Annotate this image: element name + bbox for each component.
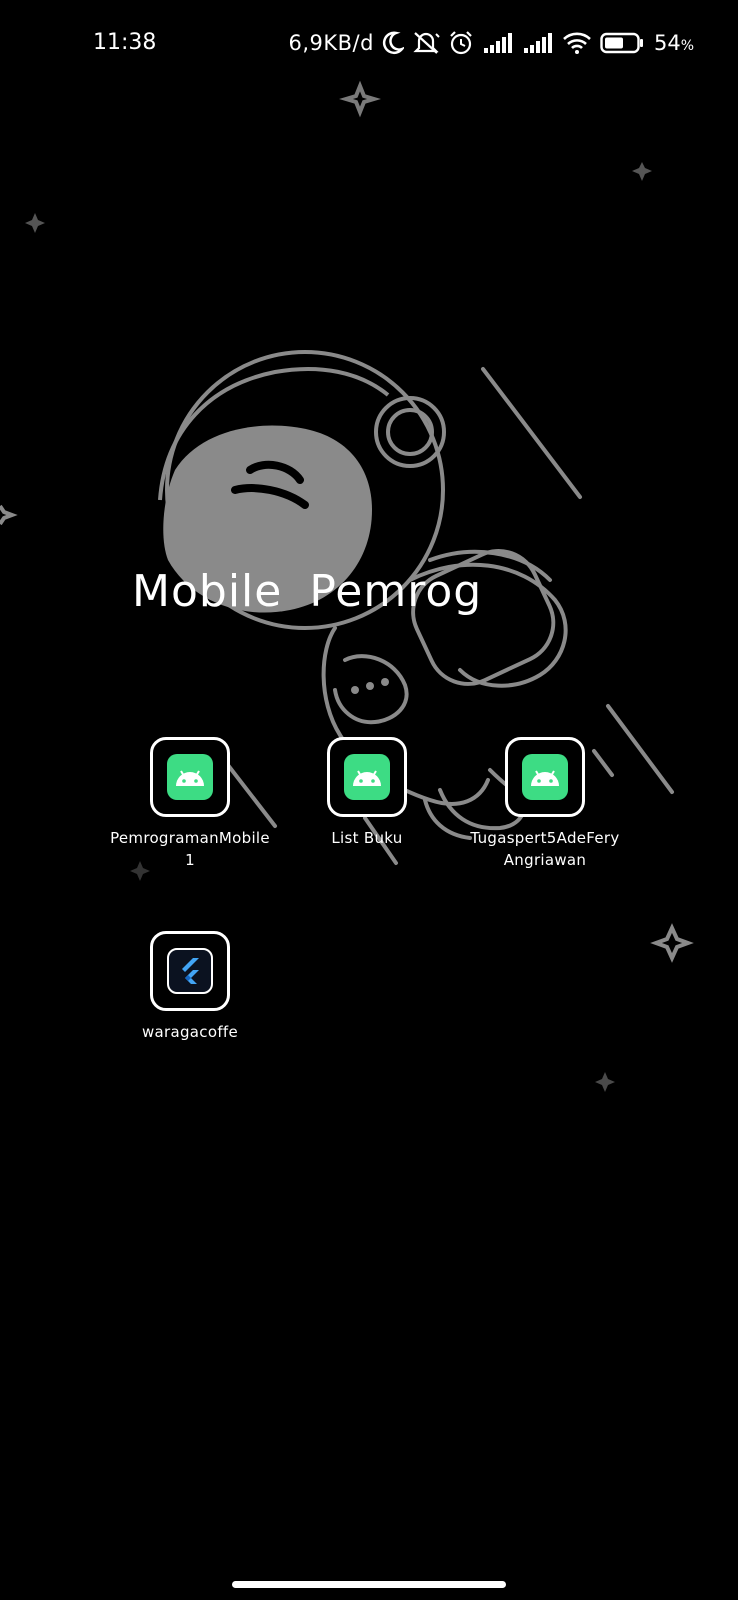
app-label: PemrogramanMobile 1: [110, 829, 270, 869]
star-icon: [0, 504, 18, 526]
app-icon-waragacoffe[interactable]: waragacoffe: [100, 931, 280, 1043]
app-tile[interactable]: [150, 931, 230, 1011]
bell-off-icon: [412, 30, 440, 56]
status-icons: 6,9KB/d 54%: [288, 27, 694, 59]
signal-icon: [522, 32, 554, 54]
app-tile[interactable]: [327, 737, 407, 817]
status-time: 11:38: [93, 30, 157, 55]
signal-icon: [482, 32, 514, 54]
android-icon: [167, 754, 213, 800]
app-label: waragacoffe: [141, 1023, 239, 1041]
android-icon: [344, 754, 390, 800]
app-label: Tugaspert5AdeFery Angriawan: [470, 829, 620, 869]
android-icon: [522, 754, 568, 800]
star-icon: [25, 213, 45, 233]
star-icon: [632, 162, 652, 181]
app-icon-list-buku[interactable]: List Buku: [277, 737, 457, 849]
app-icon-tugaspert5[interactable]: Tugaspert5AdeFery Angriawan: [455, 737, 635, 871]
wifi-icon: [562, 31, 592, 55]
status-bar: 11:38 6,9KB/d 54%: [0, 0, 738, 90]
star-icon: [650, 923, 694, 963]
battery-percent: 54%: [653, 31, 694, 55]
app-icon-pemrogramanmobile1[interactable]: PemrogramanMobile 1: [100, 737, 280, 871]
star-icon: [595, 1072, 615, 1092]
folder-title[interactable]: Mobile Pemrog: [132, 566, 482, 617]
alarm-icon: [448, 30, 474, 56]
home-indicator[interactable]: [232, 1581, 506, 1588]
moon-icon: [382, 31, 404, 55]
battery-icon: [600, 32, 644, 54]
flutter-icon: [167, 948, 213, 994]
app-label: List Buku: [331, 829, 403, 847]
network-speed: 6,9KB/d: [288, 31, 374, 55]
app-tile[interactable]: [150, 737, 230, 817]
app-tile[interactable]: [505, 737, 585, 817]
